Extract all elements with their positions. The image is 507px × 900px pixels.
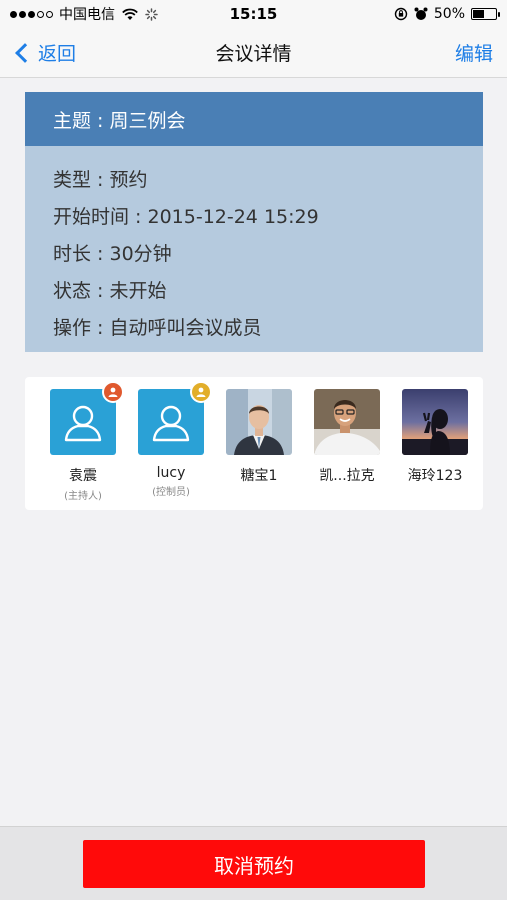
participant-name: 糖宝1 — [240, 468, 278, 484]
host-badge-icon — [102, 381, 124, 403]
participant-name: 凯...拉克 — [319, 468, 375, 484]
participants-list: 袁震 (主持人) lucy (控制员) 糖宝1 凯...拉克 海玲123 — [25, 377, 483, 510]
status-left: 中国电信 — [10, 4, 158, 24]
participant-role: (主持人) — [64, 491, 102, 502]
meeting-duration: 时长 : 30分钟 — [53, 243, 172, 265]
page-title: 会议详情 — [215, 43, 292, 65]
participant-item[interactable]: 海玲123 — [391, 389, 479, 510]
participant-item[interactable]: 凯...拉克 — [303, 389, 391, 510]
avatar — [50, 381, 124, 455]
carrier-name: 中国电信 — [59, 7, 115, 23]
signal-strength-icon — [10, 10, 53, 18]
participant-name: 袁震 — [69, 468, 97, 484]
participant-item[interactable]: 糖宝1 — [215, 389, 303, 510]
smiling-man-photo-avatar — [314, 389, 380, 455]
participant-name: 海玲123 — [407, 468, 463, 484]
battery-icon — [471, 8, 500, 20]
edit-button[interactable]: 编辑 — [455, 39, 493, 66]
meeting-status: 状态 : 未开始 — [53, 280, 167, 302]
navigation-bar: 返回 会议详情 编辑 — [0, 28, 507, 78]
meeting-subject: 主题 : 周三例会 — [25, 92, 483, 146]
participant-name: lucy — [156, 465, 186, 481]
meeting-info: 类型 : 预约 开始时间 : 2015-12-24 15:29 时长 : 30分… — [25, 146, 483, 345]
bottom-action-bar: 取消预约 — [0, 826, 507, 900]
sunset-girl-photo-avatar — [402, 389, 468, 455]
battery-percent: 50% — [433, 6, 465, 22]
loading-spinner-icon — [145, 7, 158, 21]
cancel-reservation-button[interactable]: 取消预约 — [83, 840, 425, 888]
alarm-icon — [414, 7, 428, 20]
status-right: 50% — [394, 6, 500, 22]
meeting-start-time: 开始时间 : 2015-12-24 15:29 — [53, 206, 319, 228]
wifi-icon — [122, 8, 138, 20]
meeting-detail-card: 主题 : 周三例会 类型 : 预约 开始时间 : 2015-12-24 15:2… — [25, 92, 483, 352]
participant-item[interactable]: 袁震 (主持人) — [39, 381, 127, 510]
meeting-operation: 操作 : 自动呼叫会议成员 — [53, 317, 262, 339]
avatar — [138, 381, 212, 455]
meeting-type: 类型 : 预约 — [53, 169, 148, 191]
chevron-left-icon — [15, 42, 35, 63]
participant-role: (控制员) — [152, 487, 190, 498]
back-button[interactable]: 返回 — [14, 39, 76, 66]
participant-item[interactable]: lucy (控制员) — [127, 381, 215, 510]
orientation-lock-icon — [394, 7, 408, 21]
back-label: 返回 — [38, 43, 77, 65]
controller-badge-icon — [190, 381, 212, 403]
status-bar: 中国电信 15:15 50% — [0, 0, 507, 28]
businessman-photo-avatar — [226, 389, 292, 455]
